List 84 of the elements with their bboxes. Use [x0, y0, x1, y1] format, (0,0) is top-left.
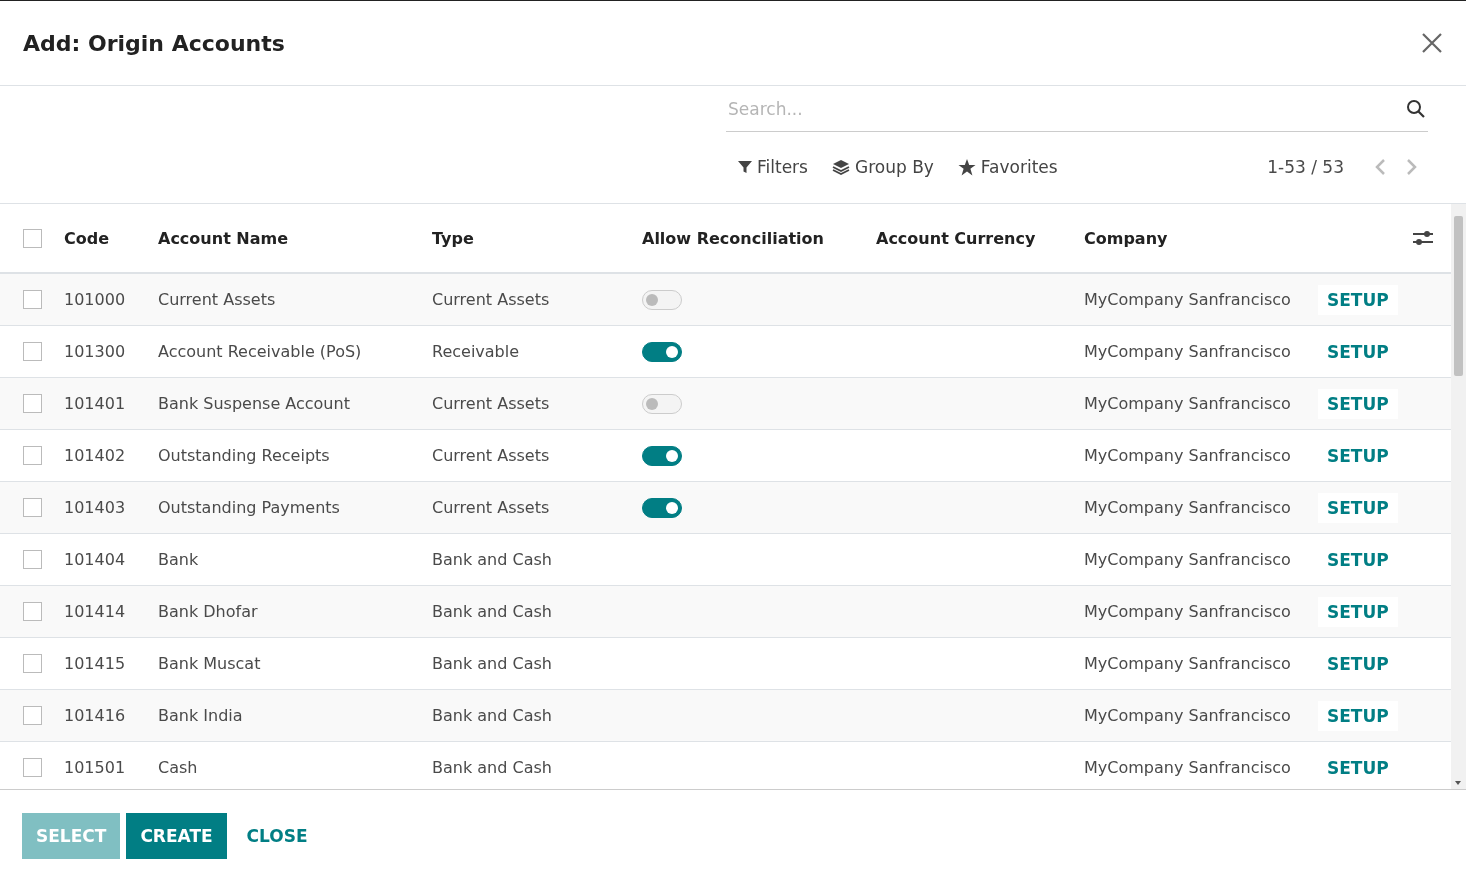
- column-header[interactable]: Allow Reconciliation: [642, 228, 876, 248]
- table-cell-text: MyCompany Sanfrancisco: [1084, 758, 1292, 777]
- row-checkbox[interactable]: [23, 446, 42, 465]
- table-cell-text: Current Assets: [432, 498, 551, 517]
- table-cell-text: Bank Dhofar: [158, 602, 259, 621]
- toggle-switch[interactable]: [642, 497, 682, 518]
- table-cell-text: 101404: [64, 550, 127, 569]
- column-header[interactable]: Company: [1084, 228, 1413, 248]
- scrollbar-thumb[interactable]: [1454, 216, 1463, 376]
- row-checkbox[interactable]: [23, 342, 42, 361]
- table-cell-text: MyCompany Sanfrancisco: [1084, 706, 1292, 725]
- table-cell-text: Bank and Cash: [432, 758, 553, 777]
- table-cell-text: Account Receivable (PoS): [158, 342, 363, 361]
- column-header[interactable]: Type: [432, 228, 642, 248]
- table-cell-text: 101501: [64, 758, 127, 777]
- table-cell-text: MyCompany Sanfrancisco: [1084, 550, 1292, 569]
- layers-icon: [831, 159, 850, 175]
- table-cell-text: MyCompany Sanfrancisco: [1084, 342, 1292, 361]
- table-cell-text: MyCompany Sanfrancisco: [1084, 290, 1292, 309]
- table-cell-text: Bank Muscat: [158, 654, 262, 673]
- table-cell-text: MyCompany Sanfrancisco: [1084, 602, 1292, 621]
- search-field[interactable]: Search...: [728, 90, 1406, 127]
- setup-button[interactable]: SETUP: [1318, 492, 1398, 523]
- table-cell-text: 101414: [64, 602, 127, 621]
- table-cell-text: Bank and Cash: [432, 550, 553, 569]
- column-header[interactable]: Code: [64, 228, 158, 248]
- toggle-switch[interactable]: [642, 445, 682, 466]
- row-checkbox[interactable]: [23, 290, 42, 309]
- dialog-button[interactable]: CREATE: [126, 812, 227, 859]
- row-checkbox[interactable]: [23, 498, 42, 517]
- pager-text: 1-53 / 53: [1267, 157, 1344, 177]
- scrollbar-track[interactable]: [1451, 204, 1466, 789]
- table-cell-text: 101403: [64, 498, 127, 517]
- table-cell-text: 101416: [64, 706, 127, 725]
- row-checkbox[interactable]: [23, 758, 42, 777]
- row-checkbox[interactable]: [23, 602, 42, 621]
- row-checkbox[interactable]: [23, 706, 42, 725]
- setup-button[interactable]: SETUP: [1318, 284, 1398, 315]
- filters-button[interactable]: Filters: [726, 157, 820, 177]
- close-icon[interactable]: [1421, 32, 1443, 54]
- column-settings-icon[interactable]: [1413, 229, 1433, 247]
- previous-icon[interactable]: [1374, 158, 1386, 176]
- table-cell-text: Bank and Cash: [432, 654, 553, 673]
- row-checkbox[interactable]: [23, 654, 42, 673]
- table-cell-text: Outstanding Payments: [158, 498, 341, 517]
- search-icon[interactable]: [1406, 98, 1426, 119]
- table-cell-text: Bank India: [158, 706, 244, 725]
- scroll-down-icon[interactable]: [1455, 781, 1461, 785]
- select-all-checkbox[interactable]: [23, 228, 42, 248]
- table-cell-text: Cash: [158, 758, 199, 777]
- table-cell-text: 101300: [64, 342, 127, 361]
- favorites-button[interactable]: Favorites: [945, 157, 1070, 177]
- toggle-switch[interactable]: [642, 341, 682, 362]
- setup-button[interactable]: SETUP: [1318, 596, 1398, 627]
- table-cell-text: MyCompany Sanfrancisco: [1084, 446, 1292, 465]
- table-cell-text: 101415: [64, 654, 127, 673]
- table-cell-text: MyCompany Sanfrancisco: [1084, 654, 1292, 673]
- star-icon: [957, 158, 976, 176]
- table-cell-text: Bank and Cash: [432, 706, 553, 725]
- table-cell-text: Bank and Cash: [432, 602, 553, 621]
- close-link-button[interactable]: CLOSE: [232, 812, 322, 859]
- table-cell-text: MyCompany Sanfrancisco: [1084, 498, 1292, 517]
- table-cell-text: Bank: [158, 550, 200, 569]
- table-cell-text: MyCompany Sanfrancisco: [1084, 394, 1292, 413]
- table-cell-text: Current Assets: [432, 394, 551, 413]
- table-cell-text: Outstanding Receipts: [158, 446, 331, 465]
- column-header[interactable]: Account Name: [158, 228, 432, 248]
- setup-button[interactable]: SETUP: [1318, 700, 1398, 731]
- dialog-title: Add: Origin Accounts: [23, 30, 285, 56]
- next-icon[interactable]: [1406, 158, 1418, 176]
- setup-button[interactable]: SETUP: [1318, 388, 1398, 419]
- group-by-button[interactable]: Group By: [819, 157, 946, 177]
- table-cell-text: Current Assets: [432, 290, 551, 309]
- filter-icon: [738, 160, 752, 174]
- table-cell-text: Receivable: [432, 342, 521, 361]
- table-cell-text: 101402: [64, 446, 127, 465]
- table-cell-text: 101000: [64, 290, 127, 309]
- table-cell-text: 101401: [64, 394, 127, 413]
- table-cell-text: Current Assets: [432, 446, 551, 465]
- table-cell-text: Current Assets: [158, 290, 277, 309]
- table-cell-text: Bank Suspense Account: [158, 394, 351, 413]
- row-checkbox[interactable]: [23, 550, 42, 569]
- column-header[interactable]: Account Currency: [876, 228, 1084, 248]
- row-checkbox[interactable]: [23, 394, 42, 413]
